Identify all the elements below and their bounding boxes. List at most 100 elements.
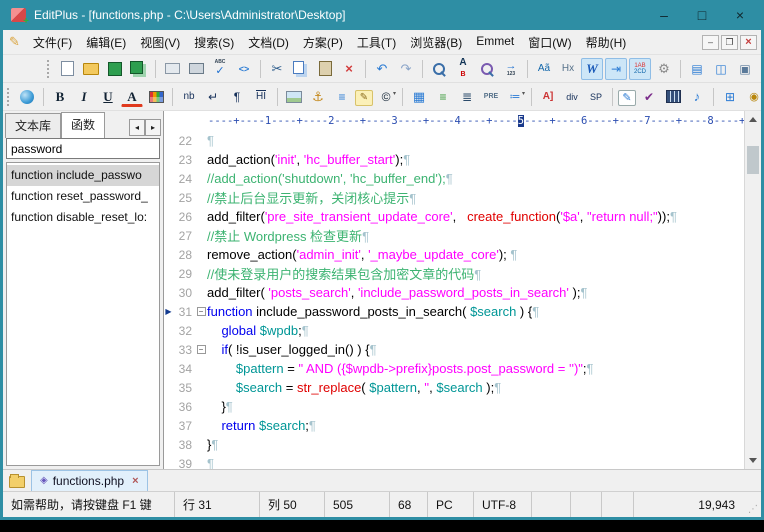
align-paragraph-icon[interactable]: ≡ [432,86,454,108]
function-list-item-1[interactable]: function reset_password_ [7,186,159,207]
open-file-icon[interactable] [80,58,102,80]
span-tag-icon[interactable]: SP [585,86,607,108]
radio-tag-icon[interactable]: ◉ [743,86,764,108]
anchor-icon[interactable]: ⚓ [307,86,329,108]
copy-icon[interactable] [290,58,312,80]
format-source-icon[interactable]: <> [233,58,255,80]
preferences-icon[interactable]: ⚙ [653,58,675,80]
video-tag-icon[interactable] [662,86,684,108]
image-icon[interactable] [283,86,305,108]
mdi-close-button[interactable]: × [740,35,757,50]
window-maximize-button[interactable]: □ [683,2,721,28]
menu-item-3[interactable]: 搜索(S) [187,31,241,54]
sidebar-tab-0[interactable]: 文本库 [5,113,61,138]
new-file-icon[interactable] [56,58,78,80]
hex-view-icon[interactable]: Hx [557,58,579,80]
copyright-icon[interactable]: © [375,86,397,108]
font-toggle-icon[interactable]: Aã [533,58,555,80]
menu-item-0[interactable]: 文件(F) [26,31,79,54]
menu-item-7[interactable]: 浏览器(B) [403,31,469,54]
fold-toggle-icon[interactable]: − [197,345,206,354]
menu-item-6[interactable]: 工具(T) [350,31,403,54]
word-wrap-icon[interactable]: W [581,58,603,80]
replace-icon[interactable]: A [452,58,474,80]
scroll-up-button[interactable] [745,111,761,128]
menu-item-5[interactable]: 方案(P) [296,31,350,54]
menu-item-2[interactable]: 视图(V) [133,31,187,54]
color-palette-icon[interactable] [145,86,167,108]
menu-item-9[interactable]: 窗口(W) [521,31,578,54]
print-preview-icon[interactable] [161,58,183,80]
horizontal-rule-icon[interactable]: ≡ [331,86,353,108]
code-lines[interactable]: 22¶23add_action('init', 'hc_buffer_start… [164,131,744,469]
fold-toggle-icon[interactable]: − [197,307,206,316]
function-search-input[interactable] [6,138,160,159]
menu-item-4[interactable]: 文档(D) [241,31,296,54]
music-tag-icon[interactable]: ♪ [686,86,708,108]
menu-item-8[interactable]: Emmet [469,31,521,54]
fieldset-tag-icon[interactable]: ⊞ [719,86,741,108]
form-tag-icon[interactable]: ✎ [618,90,636,106]
menu-item-1[interactable]: 编辑(E) [79,31,133,54]
browser-icon[interactable] [16,86,38,108]
tab-scroll-left-button[interactable]: ◂ [129,119,145,136]
bold-icon[interactable]: B [49,86,71,108]
comment-tag-icon[interactable]: ✎ [355,90,373,106]
underline-icon[interactable]: U [97,86,119,108]
toolbar-separator [172,88,173,106]
toolbar-grip[interactable] [47,60,51,78]
toolbar-grip-2[interactable] [7,88,11,106]
font-color-icon[interactable]: A [121,89,143,107]
mdi-minimize-button[interactable]: – [702,35,719,50]
center-text-icon[interactable]: ≣ [456,86,478,108]
tab-scroll-right-button[interactable]: ▸ [145,119,161,136]
save-all-icon[interactable] [128,58,150,80]
pre-tag-icon[interactable]: PRE [480,86,502,108]
div-tag-icon[interactable]: div [561,86,583,108]
vertical-scrollbar[interactable] [744,111,761,469]
paragraph-icon[interactable]: ¶ [226,86,248,108]
editor-area[interactable]: ----+----1----+----2----+----3----+----4… [164,111,761,469]
menu-item-10[interactable]: 帮助(H) [579,31,634,54]
function-list-item-2[interactable]: function disable_reset_lo: [7,207,159,228]
line-numbers-icon[interactable] [629,58,651,80]
italic-icon[interactable]: I [73,86,95,108]
goto-line-icon[interactable]: → [500,58,522,80]
nbsp-icon[interactable]: nb [178,86,200,108]
directory-window-icon[interactable] [9,476,25,488]
scroll-down-button[interactable] [745,452,761,469]
spell-check-icon[interactable]: ✓ [209,58,231,80]
delete-icon[interactable]: × [338,58,360,80]
scrollbar-track[interactable] [745,128,761,452]
checkbox-tag-icon[interactable]: ✔ [638,86,660,108]
heading-icon[interactable]: HI [250,86,272,108]
window-list-icon[interactable]: ◫ [710,58,732,80]
table-icon[interactable]: ▦ [408,86,430,108]
redo-icon[interactable]: ↷ [395,58,417,80]
list-tag-icon[interactable]: ≔ [504,86,526,108]
tab-close-icon[interactable]: × [129,475,138,487]
window-minimize-button[interactable]: – [645,2,683,28]
seamless-browser-icon[interactable]: ▣ [734,58,756,80]
line-break-icon[interactable]: ↵ [202,86,224,108]
scrollbar-thumb[interactable] [747,146,759,174]
code-line-36: 36 }¶ [164,397,744,416]
view-in-browser-icon[interactable]: ↗ [758,58,764,80]
mdi-restore-button[interactable]: ❐ [721,35,738,50]
print-icon[interactable] [185,58,207,80]
paste-icon[interactable] [314,58,336,80]
code-token: ); [395,152,403,167]
indent-guide-icon[interactable]: ⇥ [605,58,627,80]
undo-icon[interactable]: ↶ [371,58,393,80]
font-tag-icon[interactable]: A] [537,86,559,108]
save-icon[interactable] [104,58,126,80]
find-in-files-icon[interactable] [476,58,498,80]
resize-grip[interactable]: ⋰ [743,492,761,517]
document-tab-functions[interactable]: ◈ functions.php × [31,470,148,491]
document-list-icon[interactable]: ▤ [686,58,708,80]
sidebar-tab-1[interactable]: 函数 [61,112,105,138]
function-list-item-0[interactable]: function include_passwo [7,165,159,186]
find-icon[interactable] [428,58,450,80]
cut-icon[interactable]: ✂ [266,58,288,80]
window-close-button[interactable]: × [721,2,759,28]
